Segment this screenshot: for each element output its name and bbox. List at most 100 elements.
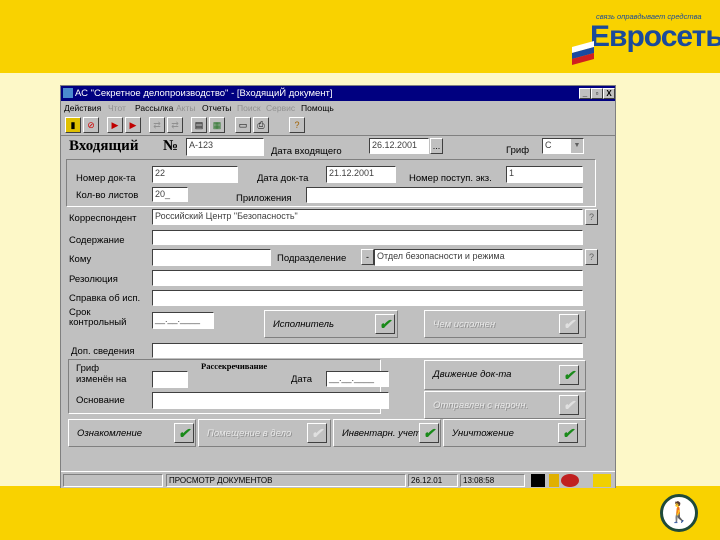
sent-courier-label: Отправлен с нарочн. <box>433 400 529 411</box>
content-label: Содержание <box>69 235 125 246</box>
file-placement-check-button[interactable]: ✔ <box>307 423 327 443</box>
movement-check-button[interactable]: ✔ <box>559 365 579 385</box>
declassification-title: Рассекречивание <box>201 361 268 371</box>
restore-button[interactable]: ▫ <box>591 88 603 99</box>
cancel-icon[interactable]: ⊘ <box>83 117 99 133</box>
date-picker-button[interactable]: ... <box>430 138 443 154</box>
content-field[interactable] <box>152 230 583 245</box>
status-mode: ПРОСМОТР ДОКУМЕНТОВ <box>166 474 406 487</box>
inventory-check-button[interactable]: ✔ <box>419 423 439 443</box>
attachments-label: Приложения <box>236 193 292 204</box>
grif-changed-field[interactable] <box>152 371 188 388</box>
familiarization-check-button[interactable]: ✔ <box>174 423 194 443</box>
file-placement-label: Помещение в дело <box>207 428 292 439</box>
grif-changed-line1: Гриф <box>76 363 100 374</box>
declass-date-field[interactable]: __.__.____ <box>326 371 389 387</box>
inventory-panel: Инвентарн. учет ✔ <box>333 419 441 447</box>
exit-icon[interactable]: ▮ <box>65 117 81 133</box>
correspondent-field[interactable]: Российский Центр "Безопасность" <box>152 209 583 225</box>
extra-field[interactable] <box>152 343 583 358</box>
to-field[interactable] <box>152 249 271 266</box>
menu-service[interactable]: Сервис <box>266 102 295 114</box>
inventory-label: Инвентарн. учет <box>342 428 421 439</box>
sheets-label: Кол-во листов <box>76 190 139 201</box>
status-time: 13:08:58 <box>460 474 525 487</box>
date-in-field[interactable]: 26.12.2001 <box>369 138 429 154</box>
dept-clear-button[interactable]: - <box>361 249 374 265</box>
form-heading: Входящий <box>69 138 139 154</box>
menu-search[interactable]: Поиск <box>237 102 261 114</box>
chevron-down-icon[interactable]: ▼ <box>571 139 583 153</box>
familiarization-label: Ознакомление <box>77 428 143 439</box>
walking-person-emblem-icon: 🚶 <box>660 494 698 532</box>
doc-num-field[interactable]: 22 <box>152 166 238 183</box>
stop-icon <box>561 474 579 487</box>
dept-label: Подразделение <box>277 253 347 264</box>
grif-changed-label: Гриф изменён на <box>76 363 126 385</box>
brand-badge-icon <box>593 474 611 487</box>
send-icon[interactable]: ▶ <box>107 117 123 133</box>
grif-label: Гриф <box>506 145 530 156</box>
move-right-icon[interactable]: ⇄ <box>167 117 183 133</box>
movement-panel: Движение док-та ✔ <box>424 360 586 390</box>
menu-mailing[interactable]: Рассылка <box>135 102 173 114</box>
status-date: 26.12.01 <box>408 474 458 487</box>
print-icon[interactable]: ⎙ <box>253 117 269 133</box>
move-left-icon[interactable]: ⇄ <box>149 117 165 133</box>
minimize-button[interactable]: _ <box>579 88 591 99</box>
sent-courier-panel: Отправлен с нарочн. ✔ <box>424 391 586 419</box>
menu-actions[interactable]: Действия <box>64 102 101 114</box>
lock-icon <box>549 474 559 487</box>
basis-label: Основание <box>76 395 125 406</box>
familiarization-panel: Ознакомление ✔ <box>68 419 196 447</box>
menu-reports[interactable]: Отчеты <box>202 102 231 114</box>
basis-field[interactable] <box>152 392 389 409</box>
declass-date-label: Дата <box>291 374 313 385</box>
executor-panel: Исполнитель ✔ <box>264 310 398 338</box>
deadline-label: Срок контрольный <box>69 308 126 328</box>
close-button[interactable]: X <box>603 88 615 99</box>
attachments-field[interactable] <box>306 187 583 203</box>
executed-by-check-button[interactable]: ✔ <box>559 314 579 334</box>
incoming-number-field[interactable]: A-123 <box>186 138 264 156</box>
copy-num-label: Номер поступ. экз. <box>409 173 492 184</box>
copy-icon[interactable]: ▤ <box>191 117 207 133</box>
deadline-label-line2: контрольный <box>69 317 127 328</box>
report-field[interactable] <box>152 290 583 306</box>
menu-acts[interactable]: Акты <box>176 102 196 114</box>
deadline-field[interactable]: __.__.____ <box>152 312 214 329</box>
sheets-field[interactable]: 20_ <box>152 187 188 202</box>
to-label: Кому <box>69 254 92 265</box>
bottom-banner <box>0 486 720 540</box>
copy-num-field[interactable]: 1 <box>506 166 583 183</box>
document-icon[interactable]: ▭ <box>235 117 251 133</box>
movement-label: Движение док-та <box>433 369 512 380</box>
number-sign: № <box>163 138 179 154</box>
menu-bar: Действия Чтот Рассылка Акты Отчеты Поиск… <box>61 102 615 114</box>
toolbar: ▮ ⊘ ▶ ▶ ⇄ ⇄ ▤ ▦ ▭ ⎙ ? <box>61 114 615 136</box>
help-icon[interactable]: ? <box>289 117 305 133</box>
paste-icon[interactable]: ▦ <box>209 117 225 133</box>
menu-accounting[interactable]: Чтот <box>108 102 126 114</box>
forward-icon[interactable]: ▶ <box>125 117 141 133</box>
brand-logo: Евросеть <box>590 20 720 53</box>
status-cell-empty <box>63 474 163 487</box>
dept-help-button[interactable]: ? <box>585 249 598 265</box>
menu-help[interactable]: Помощь <box>301 102 334 114</box>
dept-field[interactable]: Отдел безопасности и режима <box>374 249 583 266</box>
resolution-label: Резолюция <box>69 274 118 285</box>
sent-courier-check-button[interactable]: ✔ <box>559 395 579 415</box>
destruction-check-button[interactable]: ✔ <box>558 423 578 443</box>
window-title: АС "Секретное делопроизводство" - [Входя… <box>75 88 333 99</box>
doc-num-label: Номер док-та <box>76 173 136 184</box>
date-in-label: Дата входящего <box>271 146 342 157</box>
app-window: АС "Секретное делопроизводство" - [Входя… <box>60 85 616 488</box>
executor-label: Исполнитель <box>273 319 334 330</box>
destruction-label: Уничтожение <box>452 428 514 439</box>
app-icon <box>63 88 73 98</box>
grif-select[interactable]: C ▼ <box>542 138 584 154</box>
resolution-field[interactable] <box>152 270 583 286</box>
executor-check-button[interactable]: ✔ <box>375 314 395 334</box>
doc-date-field[interactable]: 21.12.2001 <box>326 166 396 183</box>
correspondent-help-button[interactable]: ? <box>585 209 598 225</box>
